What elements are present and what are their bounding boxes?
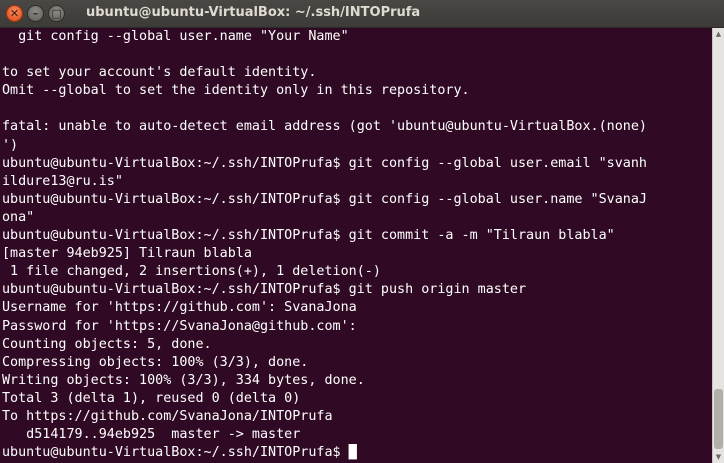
minimize-button[interactable]: – bbox=[27, 5, 44, 22]
vertical-scrollbar[interactable]: ▲ ▼ bbox=[712, 28, 724, 463]
maximize-icon: □ bbox=[51, 7, 62, 20]
close-icon: ✕ bbox=[9, 7, 20, 20]
title-bar[interactable]: ✕ – □ ubuntu@ubuntu-VirtualBox: ~/.ssh/I… bbox=[0, 0, 724, 28]
terminal-line: Password for 'https://SvanaJona@github.c… bbox=[2, 318, 357, 334]
terminal-line: ildure13@ru.is" bbox=[2, 173, 123, 189]
terminal-line: Writing objects: 100% (3/3), 334 bytes, … bbox=[2, 372, 365, 388]
terminal-line: d514179..94eb925 master -> master bbox=[2, 427, 301, 443]
terminal-line: 1 file changed, 2 insertions(+), 1 delet… bbox=[2, 264, 381, 280]
scroll-thumb[interactable] bbox=[714, 389, 723, 449]
terminal-line: Compressing objects: 100% (3/3), done. bbox=[2, 354, 309, 370]
terminal-line: ubuntu@ubuntu-VirtualBox:~/.ssh/INTOPruf… bbox=[2, 191, 647, 207]
maximize-button[interactable]: □ bbox=[48, 5, 65, 22]
terminal-output[interactable]: git config --global user.name "Your Name… bbox=[0, 28, 712, 463]
terminal-line: fatal: unable to auto-detect email addre… bbox=[2, 119, 647, 135]
terminal-line: ') bbox=[2, 137, 19, 153]
terminal-line: Total 3 (delta 1), reused 0 (delta 0) bbox=[2, 390, 301, 406]
terminal-line: ubuntu@ubuntu-VirtualBox:~/.ssh/INTOPruf… bbox=[2, 155, 647, 171]
scroll-up-icon[interactable]: ▲ bbox=[713, 28, 724, 40]
terminal-window: ✕ – □ ubuntu@ubuntu-VirtualBox: ~/.ssh/I… bbox=[0, 0, 724, 463]
terminal-line: to set your account's default identity. bbox=[2, 65, 317, 81]
scroll-down-icon[interactable]: ▼ bbox=[713, 451, 724, 463]
window-controls: ✕ – □ bbox=[6, 5, 65, 22]
terminal-line: git config --global user.name "Your Name… bbox=[2, 29, 349, 44]
terminal-line: Counting objects: 5, done. bbox=[2, 336, 212, 352]
terminal-line: ubuntu@ubuntu-VirtualBox:~/.ssh/INTOPruf… bbox=[2, 228, 615, 244]
terminal-line: [master 94eb925] Tilraun blabla bbox=[2, 246, 252, 262]
terminal-line: To https://github.com/SvanaJona/INTOPruf… bbox=[2, 408, 333, 424]
terminal-cursor: █ bbox=[348, 445, 357, 461]
close-button[interactable]: ✕ bbox=[6, 5, 23, 22]
terminal-line: ubuntu@ubuntu-VirtualBox:~/.ssh/INTOPruf… bbox=[2, 445, 357, 461]
terminal-lines: git config --global user.name "Your Name… bbox=[0, 28, 712, 462]
window-title: ubuntu@ubuntu-VirtualBox: ~/.ssh/INTOPru… bbox=[86, 5, 421, 20]
terminal-line: ubuntu@ubuntu-VirtualBox:~/.ssh/INTOPruf… bbox=[2, 282, 527, 298]
minimize-icon: – bbox=[32, 7, 39, 20]
terminal-line: Omit --global to set the identity only i… bbox=[2, 83, 470, 99]
terminal-line: ona" bbox=[2, 209, 35, 225]
terminal-line: Username for 'https://github.com': Svana… bbox=[2, 300, 357, 316]
